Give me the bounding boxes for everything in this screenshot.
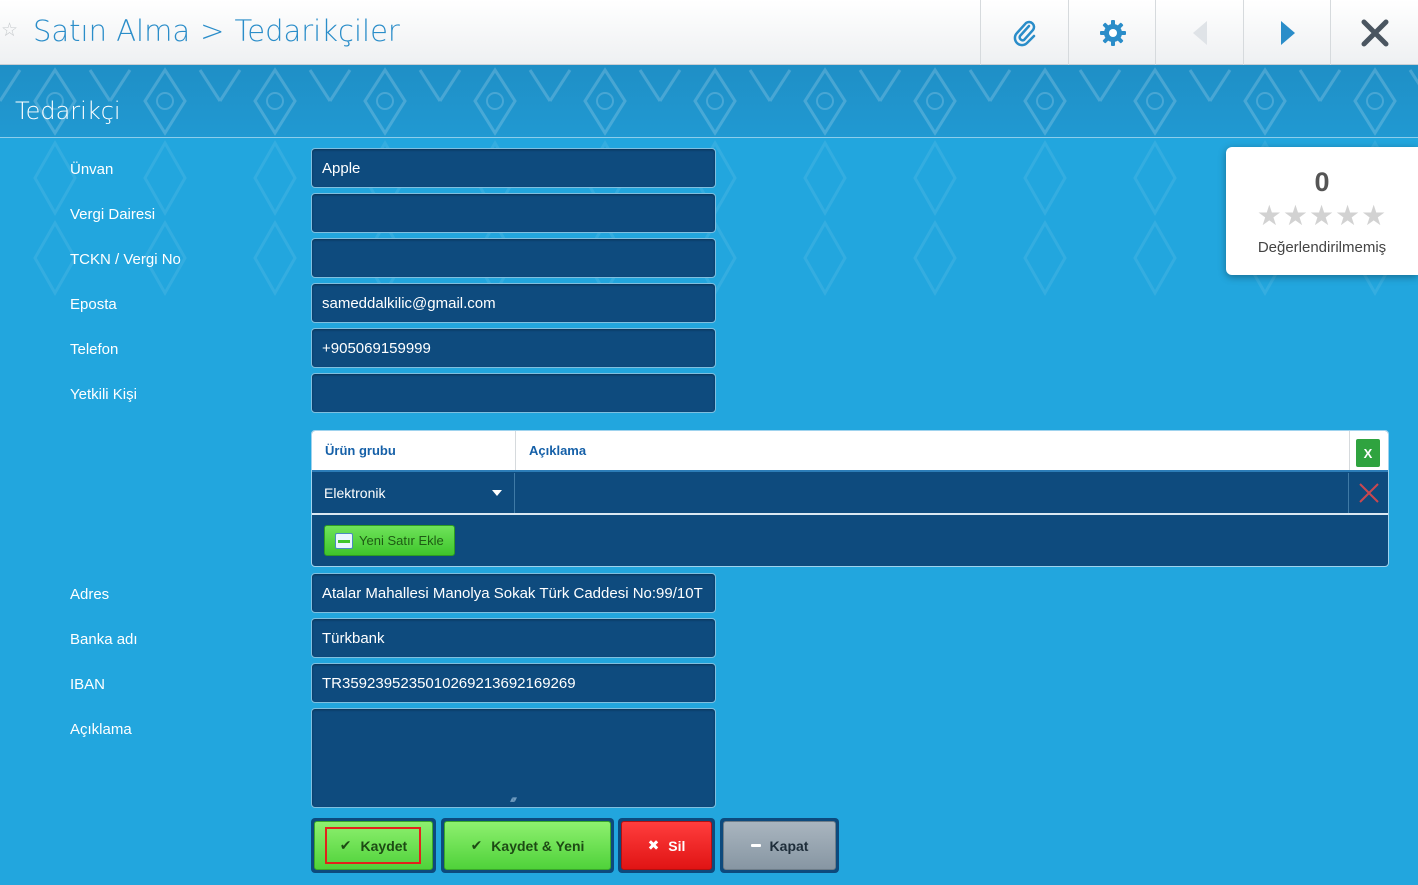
favorite-star-icon[interactable]: ☆	[1, 21, 18, 40]
minus-icon	[750, 844, 761, 847]
unvan-field[interactable]: Apple	[311, 148, 716, 188]
vergi-dairesi-field[interactable]	[311, 193, 716, 233]
star-icon[interactable]: ★	[1257, 200, 1283, 231]
eposta-field[interactable]: sameddalkilic@gmail.com	[311, 283, 716, 323]
resize-handle-icon[interactable]: ▴▾	[510, 794, 517, 805]
product-group-grid: Ürün grubu Açıklama X Elektronik Yeni Sa…	[311, 430, 1389, 567]
grid-header: Ürün grubu Açıklama X	[312, 431, 1388, 472]
previous-button[interactable]	[1155, 0, 1243, 65]
vergi-dairesi-label: Vergi Dairesi	[70, 206, 156, 223]
breadcrumb-separator: >	[200, 14, 225, 48]
x-icon: ✖	[647, 837, 660, 853]
delete-label: Sil	[668, 837, 686, 854]
next-button[interactable]	[1243, 0, 1331, 65]
urun-grubu-select[interactable]: Elektronik	[312, 473, 515, 513]
add-row-button[interactable]: Yeni Satır Ekle	[324, 525, 455, 556]
attachment-button[interactable]	[980, 0, 1068, 65]
delete-button-wrap: ✖ Sil	[618, 818, 715, 873]
star-icon[interactable]: ★	[1283, 200, 1309, 231]
banner-pattern	[0, 65, 1418, 137]
breadcrumb: Satın Alma > Tedarikçiler	[33, 14, 400, 48]
add-row-label: Yeni Satır Ekle	[359, 533, 444, 548]
previous-icon	[1192, 20, 1207, 45]
delete-button[interactable]: ✖ Sil	[621, 821, 712, 870]
section-title: Tedarikçi	[15, 97, 121, 125]
delete-row-button[interactable]	[1349, 473, 1388, 513]
add-row-icon	[335, 532, 353, 549]
settings-button[interactable]	[1068, 0, 1156, 65]
yetkili-kisi-field[interactable]	[311, 373, 716, 413]
close-label: Kapat	[769, 837, 809, 854]
save-new-button-wrap: ✔ Kaydet & Yeni	[441, 818, 614, 873]
adres-label: Adres	[70, 586, 110, 603]
check-icon: ✔	[470, 837, 483, 853]
iban-label: IBAN	[70, 676, 106, 693]
tckn-label: TCKN / Vergi No	[70, 251, 181, 268]
banka-adi-field[interactable]: Türkbank	[311, 618, 716, 658]
rating-status: Değerlendirilmemiş	[1257, 239, 1387, 256]
telefon-label: Telefon	[70, 341, 119, 358]
rating-stars[interactable]: ★★★★★	[1226, 199, 1418, 232]
save-and-new-button[interactable]: ✔ Kaydet & Yeni	[444, 821, 611, 870]
gear-icon	[1099, 19, 1126, 46]
close-button[interactable]: Kapat	[723, 821, 836, 870]
star-icon[interactable]: ★	[1309, 200, 1335, 231]
iban-field[interactable]: TR359239523501026921369216​9269	[311, 663, 716, 703]
star-icon[interactable]: ★	[1361, 200, 1387, 231]
rating-score: 0	[1314, 167, 1330, 197]
excel-export-icon[interactable]: X	[1356, 439, 1380, 467]
save-and-new-label: Kaydet & Yeni	[491, 837, 585, 854]
top-bar: ☆ Satın Alma > Tedarikçiler	[0, 0, 1418, 65]
eposta-label: Eposta	[70, 296, 117, 313]
section-banner: Tedarikçi	[0, 65, 1418, 138]
telefon-field[interactable]: +905069159999	[311, 328, 716, 368]
breadcrumb-current: Tedarikçiler	[234, 14, 400, 48]
aciklama-label: Açıklama	[70, 721, 132, 738]
save-button-highlight	[325, 827, 421, 864]
aciklama-cell[interactable]	[515, 473, 1349, 513]
rating-card: 0 ★★★★★ Değerlendirilmemiş	[1226, 147, 1418, 275]
column-header-aciklama[interactable]: Açıklama	[516, 431, 1350, 470]
star-icon[interactable]: ★	[1335, 200, 1361, 231]
close-icon	[1361, 19, 1388, 46]
delete-icon	[1359, 483, 1379, 503]
next-icon	[1280, 20, 1295, 45]
close-button-wrap: Kapat	[720, 818, 839, 873]
aciklama-textarea[interactable]: ▴▾	[311, 708, 716, 808]
breadcrumb-root[interactable]: Satın Alma	[33, 14, 190, 48]
close-window-button[interactable]	[1330, 0, 1418, 65]
banka-adi-label: Banka adı	[70, 631, 138, 648]
yetkili-kisi-label: Yetkili Kişi	[70, 386, 137, 403]
adres-field[interactable]: Atalar Mahallesi Manolya Sokak Türk Cadd…	[311, 573, 716, 613]
unvan-label: Ünvan	[70, 161, 114, 178]
table-row: Elektronik	[312, 473, 1388, 515]
tckn-field[interactable]	[311, 238, 716, 278]
urun-grubu-value: Elektronik	[324, 485, 386, 501]
column-header-urun-grubu[interactable]: Ürün grubu	[312, 431, 516, 470]
chevron-down-icon	[492, 490, 502, 496]
attachment-icon	[1013, 20, 1035, 46]
